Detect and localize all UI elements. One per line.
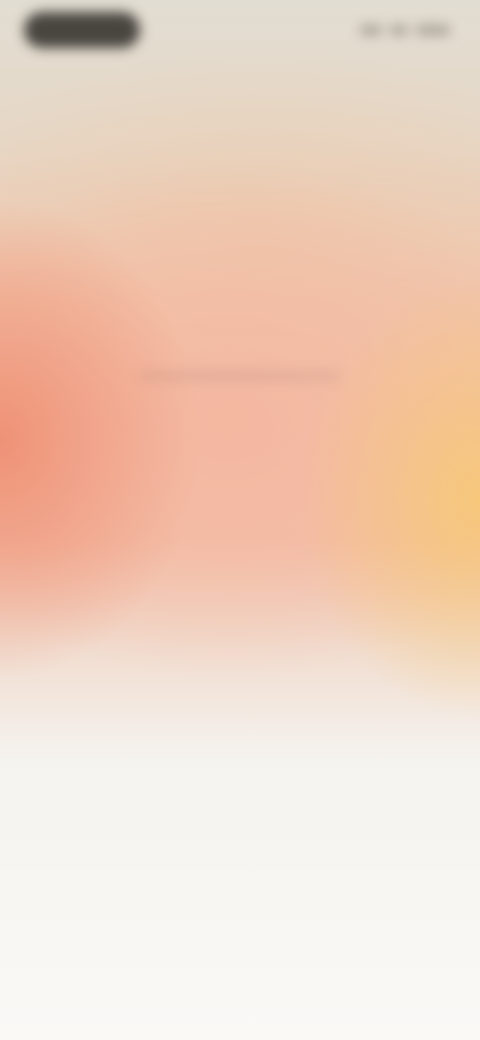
status-pill	[24, 12, 140, 48]
blurred-screen-background	[0, 0, 480, 1040]
wifi-icon	[390, 25, 408, 35]
blurred-subline	[140, 372, 340, 380]
blur-overlay	[0, 0, 480, 1040]
battery-icon	[416, 25, 450, 35]
status-bar-right	[350, 22, 450, 38]
signal-icon	[360, 25, 382, 35]
